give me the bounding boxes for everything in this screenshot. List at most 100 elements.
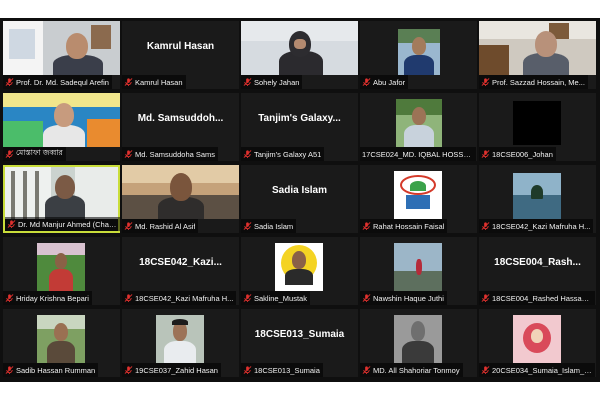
participant-name-label: 18CSE013_Sumaia: [241, 363, 323, 377]
participant-tile[interactable]: Kamrul Hasan Kamrul Hasan: [122, 21, 239, 89]
microphone-muted-icon: [243, 222, 252, 231]
participant-name-label: 18CSE004_Rashed Hassan ...: [479, 291, 595, 305]
participant-tile[interactable]: Hriday Krishna Bepari: [3, 237, 120, 305]
participant-video: [241, 21, 358, 75]
microphone-muted-icon: [243, 78, 252, 87]
participant-tile[interactable]: Prof. Dr. Md. Sadequl Arefin: [3, 21, 120, 89]
participant-video: [479, 21, 596, 75]
microphone-muted-icon: [5, 294, 14, 303]
participant-name-label: 17CSE024_MD. IQBAL HOSSAIN: [360, 147, 476, 161]
participant-video: [360, 93, 477, 147]
microphone-muted-icon: [124, 78, 133, 87]
microphone-muted-icon: [362, 294, 371, 303]
participant-display-name: Kamrul Hasan: [146, 41, 215, 52]
participant-name-label: Nawshin Haque Juthi: [360, 291, 447, 305]
participant-name-label: মোস্তাফা জব্বার: [3, 147, 66, 161]
microphone-muted-icon: [243, 294, 252, 303]
participant-name-label: Hriday Krishna Bepari: [3, 291, 92, 305]
participant-tile[interactable]: 19CSE037_Zahid Hasan: [122, 309, 239, 377]
participant-tile[interactable]: Sadia Islam Sadia Islam: [241, 165, 358, 233]
microphone-muted-icon: [481, 78, 490, 87]
participant-tile[interactable]: Sohely Jahan: [241, 21, 358, 89]
microphone-muted-icon: [243, 150, 252, 159]
participant-name-label: 18CSE006_Johan: [479, 147, 556, 161]
participant-video: [3, 21, 120, 75]
participant-video: [360, 237, 477, 291]
participant-name-label: Md. Rashid Al Asif: [122, 219, 199, 233]
participant-tile[interactable]: মোস্তাফা জব্বার: [3, 93, 120, 161]
microphone-muted-icon: [481, 294, 490, 303]
participant-video: [122, 309, 239, 363]
participant-display-name: Sadia Islam: [271, 185, 328, 196]
participant-video: [360, 165, 477, 219]
participant-name-label: Md. Samsuddoha Sams: [122, 147, 219, 161]
microphone-muted-icon: [481, 366, 490, 375]
participant-video: [479, 309, 596, 363]
microphone-muted-icon: [124, 222, 133, 231]
participant-tile[interactable]: 18CSE004_Rash... 18CSE004_Rashed Hassan …: [479, 237, 596, 305]
participant-tile[interactable]: Md. Rashid Al Asif: [122, 165, 239, 233]
microphone-muted-icon: [124, 294, 133, 303]
participant-tile[interactable]: 18CSE013_Sumaia 18CSE013_Sumaia: [241, 309, 358, 377]
participant-tile[interactable]: Rahat Hossain Faisal: [360, 165, 477, 233]
participant-video: [360, 309, 477, 363]
participant-name-label: Prof. Sazzad Hossain, Me...: [479, 75, 588, 89]
participant-name-label: 19CSE037_Zahid Hasan: [122, 363, 221, 377]
microphone-muted-icon: [124, 366, 133, 375]
participant-tile[interactable]: Abu Jafor: [360, 21, 477, 89]
microphone-muted-icon: [481, 222, 490, 231]
microphone-muted-icon: [362, 78, 371, 87]
participant-video: [122, 165, 239, 219]
microphone-muted-icon: [362, 366, 371, 375]
participant-tile[interactable]: 20CSE034_Sumaia_Islam_Taj: [479, 309, 596, 377]
participant-tile[interactable]: 18CSE042_Kazi... 18CSE042_Kazi Mafruha H…: [122, 237, 239, 305]
microphone-muted-icon: [124, 150, 133, 159]
participant-tile[interactable]: Prof. Sazzad Hossain, Me...: [479, 21, 596, 89]
participant-video: [479, 93, 596, 147]
participant-tile[interactable]: Sakline_Mustak: [241, 237, 358, 305]
microphone-muted-icon: [7, 220, 16, 229]
microphone-muted-icon: [481, 150, 490, 159]
microphone-muted-icon: [5, 366, 14, 375]
participant-name-label: Sakline_Mustak: [241, 291, 310, 305]
participant-tile-active-speaker[interactable]: Dr. Md Manjur Ahmed (Chair...: [3, 165, 120, 233]
participant-name-label: Tanjim's Galaxy A51: [241, 147, 325, 161]
microphone-muted-icon: [5, 78, 14, 87]
participant-name-label: Sohely Jahan: [241, 75, 303, 89]
participant-name-label: Kamrul Hasan: [122, 75, 186, 89]
participant-video: [3, 93, 120, 147]
participant-grid: Prof. Dr. Md. Sadequl Arefin Kamrul Hasa…: [3, 21, 597, 379]
participant-name-label: MD. All Shahoriar Tonmoy: [360, 363, 463, 377]
participant-tile[interactable]: 18CSE042_Kazi Mafruha H...: [479, 165, 596, 233]
participant-name-label: Prof. Dr. Md. Sadequl Arefin: [3, 75, 112, 89]
participant-tile[interactable]: Md. Samsuddoh... Md. Samsuddoha Sams: [122, 93, 239, 161]
participant-name-label: Sadib Hassan Rumman: [3, 363, 99, 377]
participant-tile[interactable]: 18CSE006_Johan: [479, 93, 596, 161]
participant-display-name: 18CSE013_Sumaia: [254, 329, 345, 340]
participant-display-name: 18CSE042_Kazi...: [139, 257, 222, 268]
participant-video: [360, 21, 477, 75]
participant-video: [241, 237, 358, 291]
participant-video: [3, 309, 120, 363]
participant-name-label: Abu Jafor: [360, 75, 409, 89]
participant-name-label: 20CSE034_Sumaia_Islam_Taj: [479, 363, 595, 377]
participant-display-name: Tanjim's Galaxy...: [258, 113, 341, 124]
participant-name-label: Sadia Islam: [241, 219, 297, 233]
zoom-gallery-view: Prof. Dr. Md. Sadequl Arefin Kamrul Hasa…: [0, 18, 600, 382]
participant-tile[interactable]: 17CSE024_MD. IQBAL HOSSAIN: [360, 93, 477, 161]
participant-name-label: 18CSE042_Kazi Mafruha H...: [122, 291, 237, 305]
participant-tile[interactable]: Nawshin Haque Juthi: [360, 237, 477, 305]
participant-video: [3, 237, 120, 291]
participant-tile[interactable]: Sadib Hassan Rumman: [3, 309, 120, 377]
participant-display-name: Md. Samsuddoh...: [137, 113, 224, 124]
participant-name-label: Rahat Hossain Faisal: [360, 219, 448, 233]
participant-video: [479, 165, 596, 219]
microphone-muted-icon: [362, 222, 371, 231]
participant-tile[interactable]: Tanjim's Galaxy... Tanjim's Galaxy A51: [241, 93, 358, 161]
participant-name-label: Dr. Md Manjur Ahmed (Chair...: [5, 217, 120, 231]
participant-tile[interactable]: MD. All Shahoriar Tonmoy: [360, 309, 477, 377]
microphone-muted-icon: [243, 366, 252, 375]
participant-video: [5, 167, 118, 219]
microphone-muted-icon: [5, 150, 14, 159]
participant-display-name: 18CSE004_Rash...: [494, 257, 581, 268]
